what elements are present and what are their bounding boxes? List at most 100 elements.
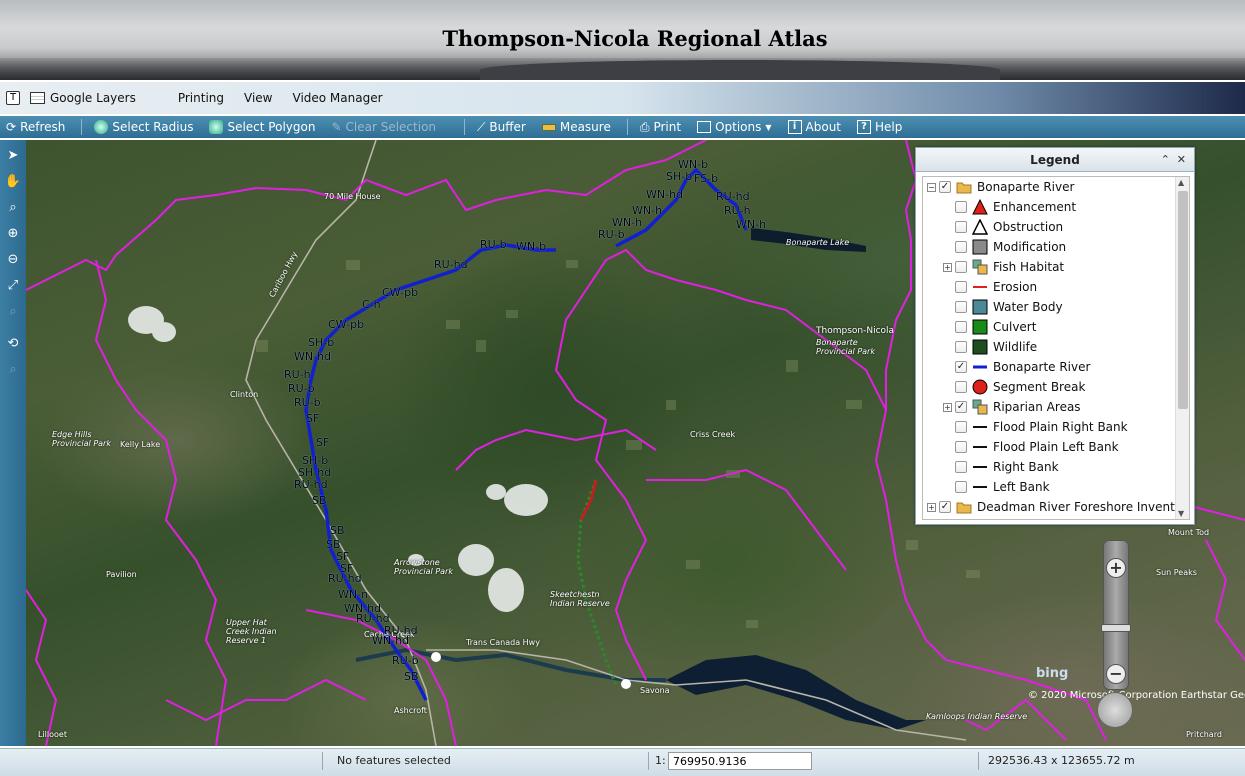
print-button[interactable]: ⎙ Print <box>640 120 681 135</box>
legend-item-label: Riparian Areas <box>993 400 1081 414</box>
legend-item[interactable]: Water Body <box>943 297 1063 317</box>
segment-label: WN-b <box>516 240 547 253</box>
legend-item[interactable]: Segment Break <box>943 377 1085 397</box>
close-icon[interactable]: ✕ <box>1177 153 1186 166</box>
menu-google-layers[interactable]: Google Layers <box>30 91 136 105</box>
layer-checkbox[interactable]: ✓ <box>939 501 951 513</box>
legend-item[interactable]: + Fish Habitat <box>943 257 1064 277</box>
scroll-up-icon[interactable]: ▲ <box>1178 178 1184 187</box>
layer-checkbox[interactable] <box>955 421 967 433</box>
legend-scrollbar[interactable]: ▲ ▼ <box>1175 177 1189 519</box>
legend-scroll-thumb[interactable] <box>1178 191 1188 409</box>
place-label: Pritchard <box>1186 730 1222 739</box>
white-triangle-icon <box>972 219 988 235</box>
legend-item[interactable]: Left Bank <box>943 477 1050 497</box>
bing-logo: bing <box>1036 666 1069 681</box>
layer-checkbox[interactable]: ✓ <box>955 401 967 413</box>
legend-group-deadman-river[interactable]: + ✓ Deadman River Foreshore Invent <box>927 497 1175 517</box>
scroll-down-icon[interactable]: ▼ <box>1178 509 1184 518</box>
legend-item[interactable]: Erosion <box>943 277 1037 297</box>
layer-checkbox[interactable] <box>955 241 967 253</box>
legend-item[interactable]: Right Bank <box>943 457 1059 477</box>
legend-panel: Legend ⌃ ✕ ▲ ▼ − ✓ Bonaparte River Enhancem… <box>915 147 1195 525</box>
clear-selection-button[interactable]: ✎ Clear Selection <box>331 120 436 134</box>
legend-item[interactable]: Enhancement <box>943 197 1076 217</box>
layer-checkbox[interactable] <box>955 221 967 233</box>
layer-checkbox[interactable]: ✓ <box>955 361 967 373</box>
menu-google-layers-label: Google Layers <box>50 91 136 105</box>
buffer-button[interactable]: ⟋ Buffer <box>477 120 526 135</box>
segment-label: RU-b <box>294 396 321 409</box>
layer-checkbox[interactable] <box>955 381 967 393</box>
legend-item[interactable]: ✓ Bonaparte River <box>943 357 1090 377</box>
select-radius-button[interactable]: Select Radius <box>94 120 193 134</box>
legend-item[interactable]: Flood Plain Right Bank <box>943 417 1128 437</box>
legend-item[interactable]: Flood Plain Left Bank <box>943 437 1119 457</box>
place-label: Arrowstone Provincial Park <box>394 558 453 576</box>
menu-view[interactable]: View <box>244 91 272 105</box>
segment-label: RU-hd <box>716 190 750 203</box>
expand-toggle-icon[interactable]: + <box>927 502 936 512</box>
refresh-button[interactable]: ⟳ Refresh <box>6 120 65 134</box>
collapse-icon[interactable]: ⌃ <box>1161 153 1170 166</box>
about-button[interactable]: i About <box>787 120 841 134</box>
full-extent-icon[interactable]: ⤢ <box>4 276 22 294</box>
options-button[interactable]: Options ▼ <box>697 120 772 134</box>
buffer-label: Buffer <box>489 120 526 134</box>
legend-item[interactable]: Obstruction <box>943 217 1063 237</box>
zoom-in-icon[interactable]: ⊕ <box>4 224 22 242</box>
legend-item[interactable]: Modification <box>943 237 1066 257</box>
layer-checkbox[interactable] <box>955 441 967 453</box>
pointer-tool-icon[interactable]: ➤ <box>4 146 22 164</box>
segment-label: SF <box>306 412 320 425</box>
legend-group-bonaparte-river[interactable]: − ✓ Bonaparte River <box>927 177 1074 197</box>
previous-extent-icon[interactable]: ⟲ <box>4 334 22 352</box>
place-label: Upper Hat Creek Indian Reserve 1 <box>226 618 277 645</box>
expand-toggle-icon[interactable]: + <box>943 402 952 412</box>
select-polygon-button[interactable]: Select Polygon <box>209 120 315 134</box>
zoom-minus-icon[interactable]: − <box>1106 664 1126 684</box>
help-button[interactable]: ? Help <box>857 120 902 134</box>
layer-checkbox[interactable] <box>955 201 967 213</box>
layer-checkbox[interactable] <box>955 481 967 493</box>
menu-video-manager[interactable]: Video Manager <box>293 91 383 105</box>
legend-item[interactable]: Culvert <box>943 317 1036 337</box>
expand-toggle-icon[interactable]: + <box>943 262 952 272</box>
menu-video-manager-label: Video Manager <box>292 91 383 105</box>
menu-bar: T Google Layers Printing View Video Mana… <box>0 82 1245 114</box>
place-label: Pavilion <box>106 570 137 579</box>
pan-control[interactable] <box>1097 692 1133 728</box>
multi-square-icon <box>972 399 988 415</box>
zoom-plus-icon[interactable]: + <box>1106 558 1126 578</box>
pan-tool-icon[interactable]: ✋ <box>4 172 22 190</box>
app-window: Thompson-Nicola Regional Atlas T Google … <box>0 0 1245 776</box>
collapse-toggle-icon[interactable]: − <box>927 182 936 192</box>
place-label: Mount Tod <box>1168 528 1210 537</box>
layer-checkbox[interactable]: ✓ <box>939 181 951 193</box>
gray-square-icon <box>972 239 988 255</box>
select-polygon-icon <box>209 120 224 134</box>
layer-checkbox[interactable] <box>955 281 967 293</box>
layer-checkbox[interactable] <box>955 461 967 473</box>
zoom-box-icon[interactable]: ⌕ <box>4 198 22 216</box>
layer-checkbox[interactable] <box>955 261 967 273</box>
legend-item-label: Erosion <box>993 280 1038 294</box>
layer-checkbox[interactable] <box>955 301 967 313</box>
scale-input[interactable] <box>668 752 812 770</box>
menu-view-label: View <box>244 91 273 105</box>
legend-item-label: Flood Plain Right Bank <box>993 420 1128 434</box>
measure-button[interactable]: Measure <box>541 120 611 134</box>
help-icon: ? <box>857 120 872 134</box>
menu-printing[interactable]: Printing <box>178 91 224 105</box>
t-button[interactable]: T <box>6 91 20 105</box>
layer-checkbox[interactable] <box>955 341 967 353</box>
zoom-selected-icon[interactable]: ⌕ <box>4 302 22 320</box>
next-extent-icon[interactable]: ⌕ <box>4 360 22 378</box>
zoom-out-icon[interactable]: ⊖ <box>4 250 22 268</box>
clear-selection-label: Clear Selection <box>345 120 437 134</box>
layer-checkbox[interactable] <box>955 321 967 333</box>
zoom-slider[interactable] <box>1101 624 1131 632</box>
legend-item[interactable]: + ✓ Riparian Areas <box>943 397 1081 417</box>
legend-item[interactable]: Wildlife <box>943 337 1037 357</box>
legend-item-label: Flood Plain Left Bank <box>993 440 1119 454</box>
